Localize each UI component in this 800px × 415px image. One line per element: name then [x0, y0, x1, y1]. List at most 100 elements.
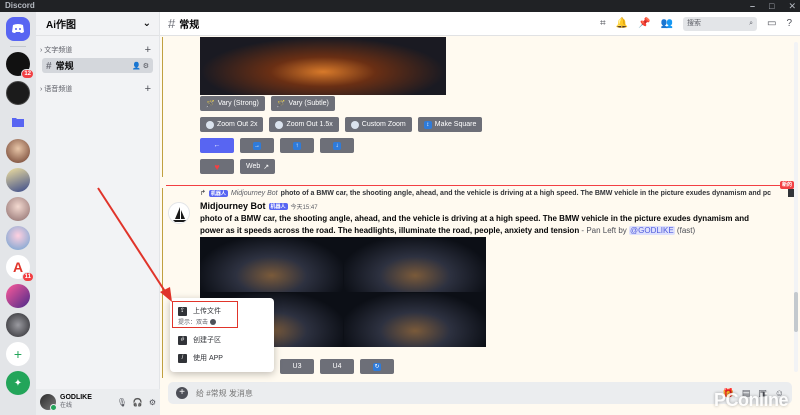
magnifier-icon	[206, 120, 214, 129]
pan-up-button[interactable]: ↑	[280, 138, 314, 153]
guild-header[interactable]: Ai作图 ⌄	[36, 12, 159, 36]
bot-tag: 机器人	[208, 189, 228, 197]
use-app-item[interactable]: / 使用 APP	[174, 352, 270, 364]
zoom-out-2x-button[interactable]: Zoom Out 2x	[200, 117, 264, 132]
reroll-button[interactable]: ↻	[360, 359, 394, 374]
bell-icon[interactable]: 🔔	[616, 18, 628, 29]
user-mention[interactable]: @GODLIKE	[629, 226, 675, 235]
reply-text: photo of a BMW car, the shooting angle, …	[280, 189, 772, 197]
highlight-bar	[162, 188, 163, 378]
thread-icon: #	[178, 335, 187, 345]
mode-label: (fast)	[674, 226, 696, 235]
add-channel-icon[interactable]: +	[145, 44, 151, 56]
server-icon-4[interactable]	[6, 139, 30, 163]
reply-arrow-icon: ↱	[200, 190, 206, 197]
minimize-icon[interactable]: –	[750, 0, 755, 12]
server-icon-8[interactable]: A 11	[6, 255, 34, 282]
user-status: 在线	[60, 403, 73, 409]
expand-icon: ↕	[423, 120, 432, 129]
pan-suffix: - Pan Left by	[579, 226, 630, 235]
server-icon-folder[interactable]	[6, 110, 30, 134]
maximize-icon[interactable]: □	[769, 0, 774, 12]
category-label: 文字频道	[44, 47, 73, 54]
heart-icon: ♥	[214, 161, 220, 172]
guild-name: Ai作图	[46, 20, 76, 31]
close-icon[interactable]: ✕	[788, 0, 796, 12]
favorite-button[interactable]: ♥	[200, 159, 234, 174]
message-timestamp: 今天15:47	[290, 204, 318, 211]
grid-image-1	[200, 237, 343, 292]
window-title: Discord	[5, 1, 35, 10]
channel-title: 常规	[179, 20, 200, 31]
server-icon-10[interactable]	[6, 313, 30, 337]
vary-subtle-button[interactable]: 🪄 Vary (Subtle)	[270, 96, 335, 111]
headphones-icon[interactable]: 🎧	[133, 398, 143, 407]
home-button[interactable]	[6, 17, 30, 41]
title-bar: Discord – □ ✕	[0, 0, 800, 12]
grid-image-4	[343, 292, 486, 347]
inbox-icon[interactable]: ▭	[767, 18, 776, 29]
member-list-icon[interactable]: 👥	[661, 18, 673, 29]
create-thread-item[interactable]: # 创建子区	[174, 334, 270, 346]
rail-divider	[10, 46, 26, 47]
grid-image-2	[343, 237, 486, 292]
threads-icon[interactable]: ⌗	[600, 18, 606, 29]
server-icon-7[interactable]	[6, 226, 30, 250]
magnifier-icon	[275, 120, 284, 129]
server-icon-9[interactable]	[6, 284, 30, 308]
add-server-button[interactable]: +	[6, 342, 30, 366]
wand-icon: 🪄	[206, 100, 215, 108]
vary-strong-button[interactable]: 🪄 Vary (Strong)	[200, 96, 265, 111]
avatar[interactable]	[40, 394, 57, 411]
zoom-out-1-5x-button[interactable]: Zoom Out 1.5x	[269, 117, 339, 132]
server-icon-5[interactable]	[6, 168, 30, 192]
custom-zoom-button[interactable]: Custom Zoom	[344, 117, 412, 132]
server-icon-6[interactable]	[6, 197, 30, 221]
scrollbar-thumb[interactable]	[794, 292, 798, 332]
server-rail: 12 A 11 + ✦	[0, 12, 36, 415]
invite-icon[interactable]: 👤	[132, 63, 141, 70]
add-channel-icon[interactable]: +	[145, 83, 151, 95]
magnifier-icon	[350, 120, 359, 129]
bot-avatar[interactable]	[168, 202, 190, 224]
category-voice-channels[interactable]: › 语音频道 +	[36, 83, 159, 95]
scrollbar[interactable]	[794, 42, 798, 372]
attach-plus-button[interactable]: +	[176, 387, 188, 399]
reply-reference[interactable]: ↱ 机器人 Midjourney Bot photo of a BMW car,…	[200, 188, 796, 198]
chevron-down-icon: ⌄	[142, 18, 151, 29]
gear-icon[interactable]: ⚙	[143, 63, 149, 70]
pin-icon[interactable]: 📌	[638, 18, 650, 29]
pan-right-button[interactable]: →	[240, 138, 274, 153]
help-icon[interactable]: ?	[786, 18, 792, 29]
microphone-icon[interactable]: 🎙	[117, 398, 127, 407]
bot-tag: 机器人	[268, 202, 288, 210]
hash-icon: #	[46, 61, 52, 72]
settings-gear-icon[interactable]: ⚙	[149, 398, 156, 407]
upscale-3-button[interactable]: U3	[280, 359, 314, 374]
web-button[interactable]: Web ↗	[240, 159, 276, 174]
user-panel: GODLIKE 在线 🎙 🎧 ⚙	[36, 389, 160, 415]
sailboat-icon	[173, 207, 187, 222]
hash-icon: #	[168, 16, 176, 31]
watermark-logo: PConline	[713, 390, 789, 410]
server-icon-2[interactable]	[6, 81, 30, 105]
compass-icon: ✦	[13, 377, 23, 389]
search-input[interactable]: 搜索 ⌕	[682, 16, 757, 31]
make-square-button[interactable]: ↕ Make Square	[417, 117, 483, 132]
message-author[interactable]: Midjourney Bot	[200, 201, 266, 211]
server-icon-1[interactable]: 12	[6, 52, 34, 79]
reply-author: Midjourney Bot	[230, 189, 278, 197]
annotation-highlight-box	[172, 301, 238, 328]
channel-header: # 常规 ⌗ 🔔 📌 👥 搜索 ⌕ ▭ ?	[160, 12, 800, 36]
generated-image-top[interactable]	[200, 37, 446, 95]
message-input[interactable]	[196, 388, 596, 398]
upscale-4-button[interactable]: U4	[320, 359, 354, 374]
channel-item-general[interactable]: # 常规 👤 ⚙	[42, 58, 153, 73]
app-icon: /	[178, 353, 187, 363]
pan-down-button[interactable]: ↓	[320, 138, 354, 153]
category-text-channels[interactable]: › 文字频道 +	[36, 44, 159, 56]
username: GODLIKE	[60, 394, 92, 401]
pan-left-button[interactable]: ←	[200, 138, 234, 153]
explore-button[interactable]: ✦	[6, 371, 30, 395]
refresh-icon: ↻	[373, 362, 381, 371]
